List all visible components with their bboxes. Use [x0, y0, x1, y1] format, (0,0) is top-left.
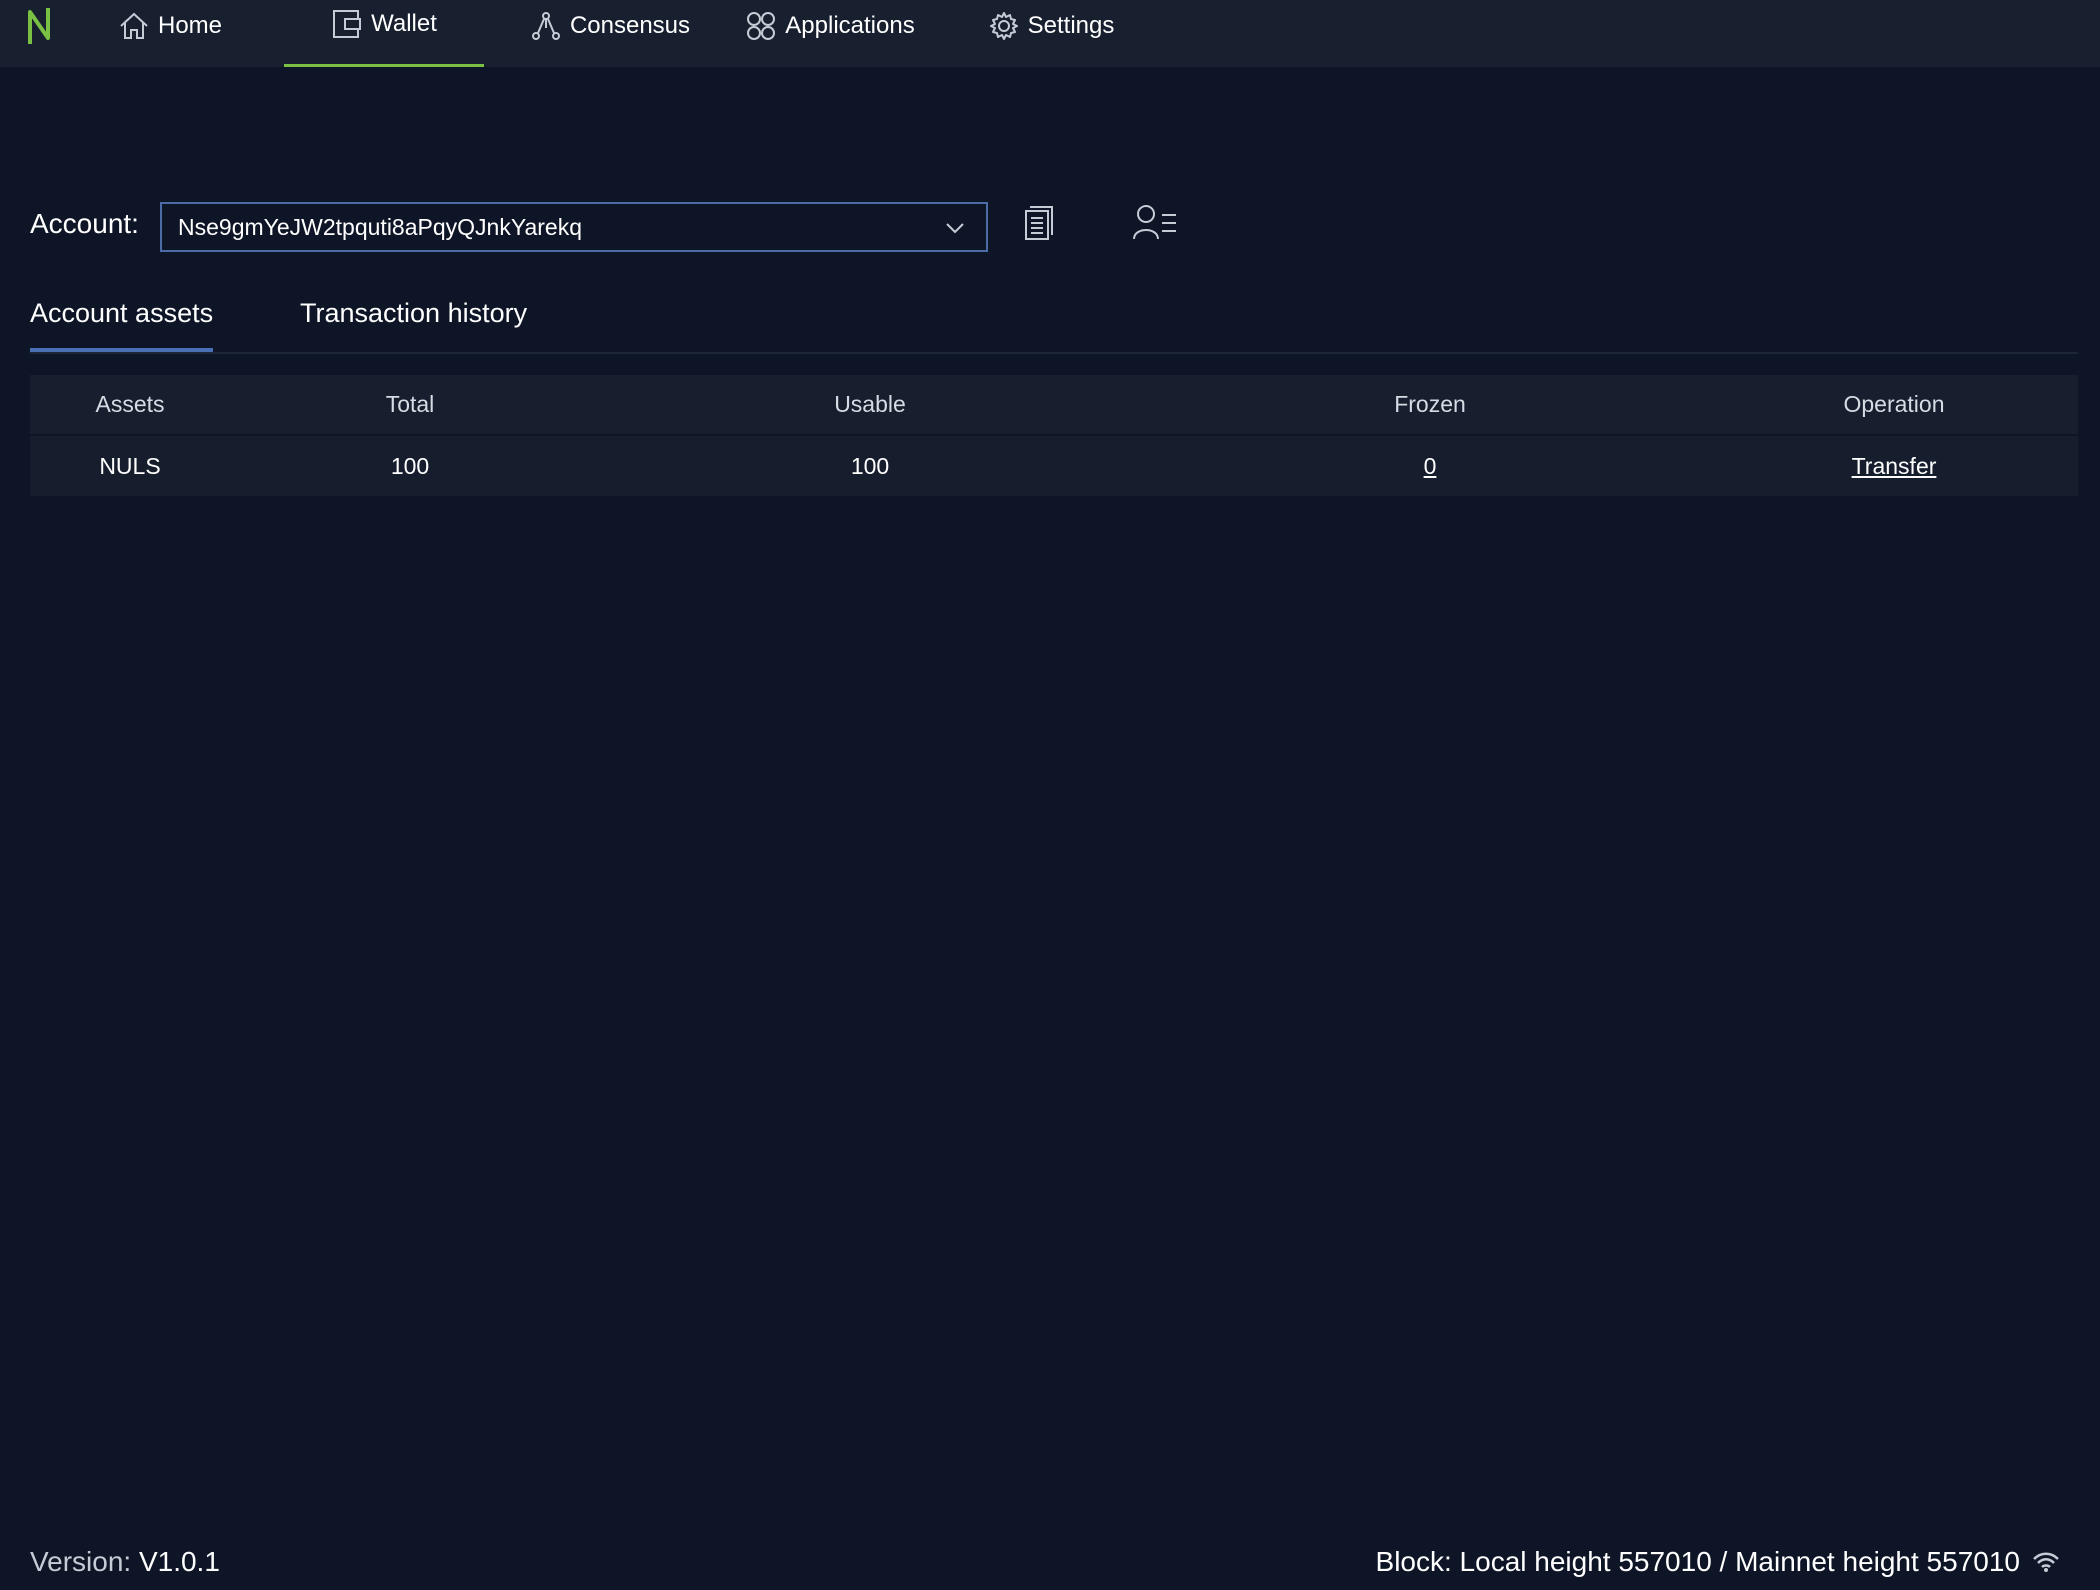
home-icon [120, 12, 148, 39]
cell-total: 100 [390, 452, 430, 479]
cell-frozen: 0 [1150, 453, 1710, 480]
version-value: V1.0.1 [138, 1546, 220, 1577]
chevron-down-icon [946, 223, 964, 234]
cell-asset: NULS [99, 452, 161, 479]
block-status: Block: Local height 557010 / Mainnet hei… [1376, 1546, 2060, 1578]
nav-settings[interactable]: Settings [976, 0, 1126, 67]
nav-applications[interactable]: Applications [735, 0, 925, 67]
wallet-icon [333, 10, 362, 38]
block-height-text: Block: Local height 557010 / Mainnet hei… [1375, 1546, 2020, 1577]
table-row: NULS 100 100 0 Transfer [30, 436, 2078, 496]
cell-usable: 100 [850, 452, 890, 479]
consensus-icon [531, 11, 560, 40]
version-label: Version: [30, 1546, 132, 1577]
transfer-link[interactable]: Transfer [1852, 453, 1937, 479]
nav-applications-label: Applications [785, 11, 915, 39]
cell-operation: Transfer [1710, 453, 2078, 480]
contacts-icon[interactable] [1132, 203, 1178, 241]
frozen-link[interactable]: 0 [1424, 453, 1437, 479]
version-info: Version: V1.0.1 [30, 1546, 220, 1578]
header-frozen: Frozen [1394, 391, 1466, 417]
copy-document-icon[interactable] [1022, 205, 1054, 243]
nav-wallet-label: Wallet [371, 10, 437, 37]
header-operation: Operation [1843, 391, 1945, 417]
nav-consensus-label: Consensus [569, 11, 691, 39]
account-select-value: Nse9gmYeJW2tpquti8aPqyQJnkYarekq [178, 213, 582, 240]
account-select[interactable]: Nse9gmYeJW2tpquti8aPqyQJnkYarekq [160, 202, 988, 252]
header-usable: Usable [834, 391, 906, 417]
assets-table: Assets Total Usable Frozen Operation NUL… [30, 375, 2078, 496]
header-total: Total [385, 391, 435, 417]
nuls-logo-icon[interactable] [26, 4, 56, 48]
top-navigation: Home Wallet Consensus Applications Setti… [0, 0, 2100, 67]
tab-account-assets[interactable]: Account assets [30, 290, 214, 352]
nav-wallet[interactable]: Wallet [284, 0, 484, 67]
nav-consensus[interactable]: Consensus [520, 0, 700, 67]
nav-home[interactable]: Home [110, 0, 230, 67]
wifi-icon [2033, 1552, 2059, 1572]
account-label: Account: [30, 208, 139, 239]
applications-icon [747, 11, 776, 40]
tab-transaction-history[interactable]: Transaction history [300, 290, 527, 352]
header-assets: Assets [95, 391, 165, 417]
account-tabs: Account assets Transaction history [30, 290, 2078, 354]
settings-gear-icon [989, 11, 1018, 40]
table-header-row: Assets Total Usable Frozen Operation [30, 375, 2078, 436]
nav-home-label: Home [157, 11, 223, 39]
nav-settings-label: Settings [1027, 11, 1115, 39]
